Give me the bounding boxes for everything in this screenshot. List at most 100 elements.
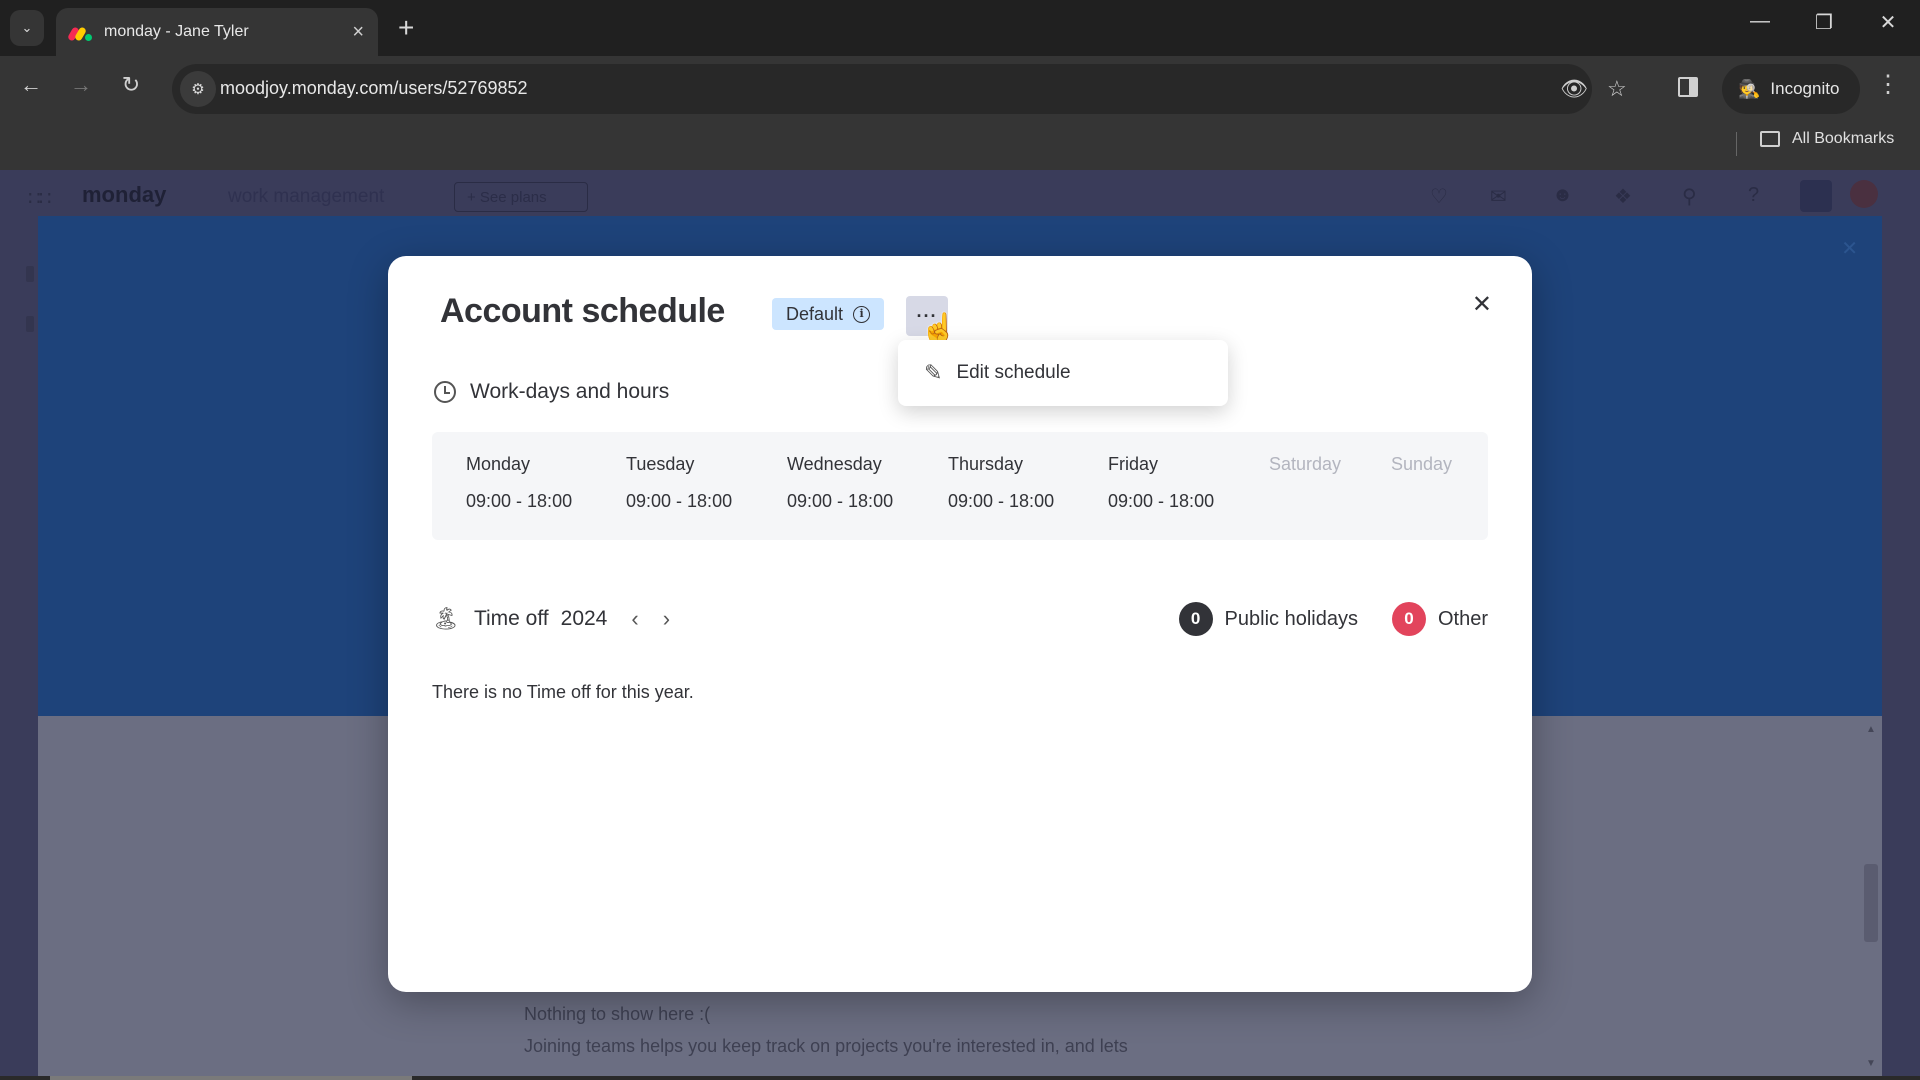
user-avatar[interactable] <box>1850 180 1878 208</box>
day-name: Wednesday <box>787 454 882 474</box>
all-bookmarks-button[interactable]: All Bookmarks <box>1760 130 1894 148</box>
tab-title: monday - Jane Tyler <box>104 23 249 40</box>
apps-icon[interactable]: ❖ <box>1614 184 1632 209</box>
day-friday: Friday 09:00 - 18:00 <box>1108 454 1214 512</box>
empty-state-title: Nothing to show here :( <box>524 1004 711 1024</box>
scroll-up-icon[interactable]: ▲ <box>1866 724 1876 735</box>
all-bookmarks-label: All Bookmarks <box>1792 130 1895 147</box>
incognito-icon: 🕵 <box>1738 78 1761 99</box>
day-name: Tuesday <box>626 454 695 474</box>
app-logo[interactable]: monday <box>82 182 166 208</box>
day-monday: Monday 09:00 - 18:00 <box>466 454 572 512</box>
day-saturday: Saturday <box>1269 454 1341 475</box>
modal-title: Account schedule <box>440 292 725 330</box>
address-bar[interactable]: ⚙ moodjoy.monday.com/users/52769852 👁 ☆ <box>172 64 1627 114</box>
public-holidays-count: 0 <box>1178 602 1213 636</box>
browser-tab-active[interactable]: monday - Jane Tyler × <box>56 8 378 56</box>
day-thursday: Thursday 09:00 - 18:00 <box>948 454 1054 512</box>
scroll-down-icon[interactable]: ▼ <box>1866 1058 1876 1069</box>
day-wednesday: Wednesday 09:00 - 18:00 <box>787 454 893 512</box>
app-header: ∷∷ monday work management + See plans ♡ … <box>0 170 1920 216</box>
day-name: Thursday <box>948 454 1024 474</box>
menu-item-edit-schedule[interactable]: ✎ Edit schedule <box>924 360 1071 386</box>
modal-close-icon[interactable]: ✕ <box>1472 290 1492 319</box>
scrollbar-thumb[interactable] <box>1864 864 1878 942</box>
day-name: Friday <box>1108 454 1159 474</box>
day-name: Monday <box>466 454 531 474</box>
workdays-heading-label: Work-days and hours <box>470 380 670 403</box>
day-hours: 09:00 - 18:00 <box>466 491 573 511</box>
invite-user-icon[interactable]: ☻ <box>1552 184 1573 207</box>
time-off-legend: 0 Public holidays 0 Other <box>1145 602 1488 636</box>
bell-icon[interactable]: ♡ <box>1430 184 1448 209</box>
new-tab-button[interactable]: + <box>398 12 414 44</box>
inbox-icon[interactable]: ✉ <box>1490 184 1507 209</box>
bookmarks-bar: All Bookmarks <box>0 122 1920 170</box>
search-icon[interactable]: ⚲ <box>1682 184 1697 209</box>
minimize-icon[interactable]: — <box>1740 10 1780 33</box>
day-hours: 09:00 - 18:00 <box>626 491 733 511</box>
pencil-icon: ✎ <box>924 360 943 385</box>
left-rail <box>0 216 38 1080</box>
bookmarks-divider <box>1736 132 1737 156</box>
incognito-label: Incognito <box>1770 79 1840 98</box>
rail-item[interactable] <box>26 266 34 282</box>
day-hours: 09:00 - 18:00 <box>948 491 1055 511</box>
rail-item[interactable] <box>26 316 34 332</box>
day-name: Sunday <box>1391 454 1453 474</box>
forward-icon[interactable]: → <box>64 72 98 98</box>
horizontal-scrollbar-thumb[interactable] <box>50 1076 412 1080</box>
legend-public-holidays: 0 Public holidays <box>1178 602 1358 636</box>
side-panel-icon[interactable] <box>1678 77 1698 97</box>
tab-search-button[interactable]: ⌄ <box>10 10 44 46</box>
site-info-icon[interactable]: ⚙ <box>180 71 216 107</box>
time-off-row: 🏝 Time off 2024 ‹ › 0 Public holidays 0 … <box>432 600 1488 640</box>
menu-item-label: Edit schedule <box>956 362 1071 383</box>
chevron-down-icon: ⌄ <box>21 20 33 35</box>
default-badge: Default i <box>772 298 885 330</box>
previous-year-icon[interactable]: ‹ <box>631 606 638 632</box>
url-text[interactable]: moodjoy.monday.com/users/52769852 <box>220 78 528 99</box>
app-logo-subtitle: work management <box>228 186 385 207</box>
apps-grid-icon[interactable]: ∷∷ <box>28 186 51 211</box>
day-hours: 09:00 - 18:00 <box>1108 491 1215 511</box>
time-off-label: Time off <box>473 607 549 630</box>
banner-close-icon[interactable]: ✕ <box>1841 236 1858 261</box>
workdays-heading: Work-days and hours <box>434 380 669 404</box>
monday-favicon-icon <box>66 23 92 42</box>
public-holidays-label: Public holidays <box>1224 607 1358 630</box>
star-icon[interactable]: ☆ <box>1607 76 1627 102</box>
options-dropdown-menu: ✎ Edit schedule <box>898 340 1228 406</box>
help-icon[interactable]: ? <box>1748 184 1759 207</box>
browser-toolbar: ← → ↻ ⚙ moodjoy.monday.com/users/5276985… <box>0 56 1920 122</box>
incognito-indicator[interactable]: 🕵 Incognito <box>1722 64 1860 114</box>
back-icon[interactable]: ← <box>14 72 48 98</box>
time-off-heading: 🏝 Time off 2024 ‹ › <box>432 606 670 632</box>
window-close-icon[interactable]: ✕ <box>1868 10 1908 35</box>
day-sunday: Sunday <box>1391 454 1452 475</box>
restore-icon[interactable]: ❐ <box>1804 10 1844 35</box>
empty-state-body: Joining teams helps you keep track on pr… <box>524 1036 1128 1056</box>
reload-icon[interactable]: ↻ <box>114 72 148 98</box>
workspace-logo[interactable] <box>1800 180 1832 212</box>
folder-icon <box>1760 131 1780 147</box>
next-year-icon[interactable]: › <box>663 606 670 632</box>
default-badge-label: Default <box>786 303 844 324</box>
tab-close-icon[interactable]: × <box>352 21 364 44</box>
browser-menu-icon[interactable]: ⋮ <box>1876 70 1900 99</box>
browser-tab-bar: ⌄ monday - Jane Tyler × + — ❐ ✕ <box>0 0 1920 56</box>
legend-other: 0 Other <box>1391 602 1488 636</box>
other-count: 0 <box>1391 602 1426 636</box>
time-off-empty-message: There is no Time off for this year. <box>432 682 694 702</box>
day-name: Saturday <box>1269 454 1342 474</box>
eye-off-icon[interactable]: 👁 <box>1560 76 1588 102</box>
see-plans-button[interactable]: + See plans <box>454 182 588 212</box>
day-hours: 09:00 - 18:00 <box>787 491 894 511</box>
year-label: 2024 <box>560 607 608 630</box>
day-tuesday: Tuesday 09:00 - 18:00 <box>626 454 732 512</box>
account-schedule-modal: Account schedule Default i ··· ☝ ✕ Work-… <box>388 256 1532 992</box>
clock-icon <box>434 381 456 403</box>
palm-tree-icon: 🏝 <box>432 606 460 631</box>
info-icon[interactable]: i <box>853 305 871 323</box>
workdays-panel: Monday 09:00 - 18:00 Tuesday 09:00 - 18:… <box>432 432 1488 540</box>
